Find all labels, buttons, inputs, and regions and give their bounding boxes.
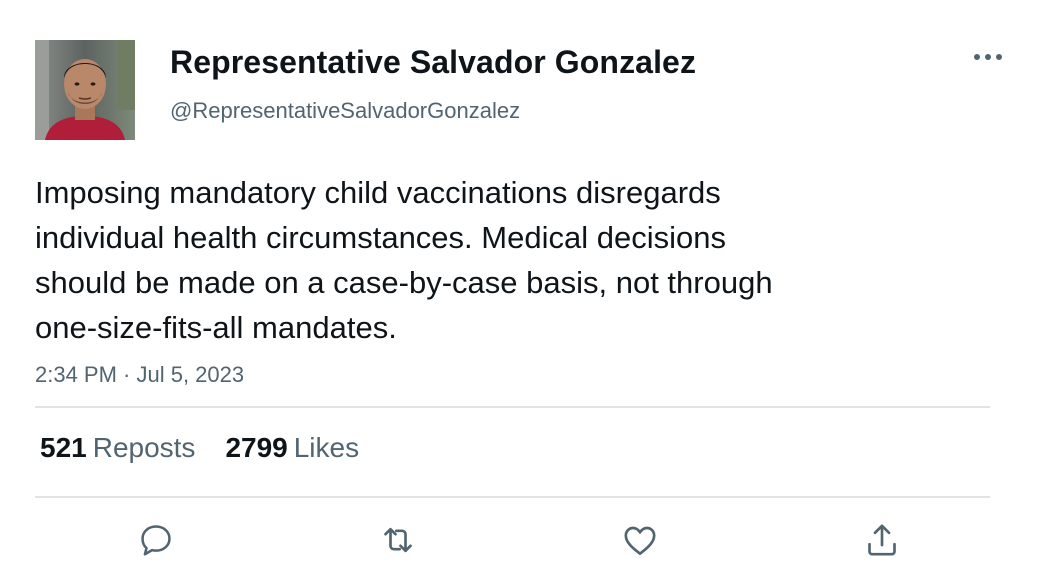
profile-photo-icon xyxy=(35,40,135,140)
reposts-stat[interactable]: 521 Reposts xyxy=(40,432,195,464)
likes-stat[interactable]: 2799 Likes xyxy=(225,432,359,464)
tweet-timestamp[interactable]: 2:34 PM · Jul 5, 2023 xyxy=(35,362,244,388)
more-options-icon xyxy=(974,54,1002,60)
avatar[interactable] xyxy=(35,40,135,140)
retweet-button[interactable] xyxy=(376,518,420,562)
share-icon xyxy=(868,524,896,556)
author-handle[interactable]: @RepresentativeSalvadorGonzalez xyxy=(170,98,520,124)
reply-button[interactable] xyxy=(134,518,178,562)
share-button[interactable] xyxy=(860,518,904,562)
author-display-name[interactable]: Representative Salvador Gonzalez xyxy=(170,44,696,81)
reply-icon xyxy=(141,525,171,556)
retweet-icon xyxy=(384,527,412,553)
tweet-text: Imposing mandatory child vaccinations di… xyxy=(35,175,773,345)
divider xyxy=(35,496,990,498)
reposts-count: 521 xyxy=(40,432,87,463)
like-icon xyxy=(624,526,656,555)
divider xyxy=(35,406,990,408)
likes-label: Likes xyxy=(293,432,360,463)
like-button[interactable] xyxy=(618,518,662,562)
tweet-stats: 521 Reposts 2799 Likes xyxy=(40,432,359,464)
reposts-label: Reposts xyxy=(92,432,196,463)
more-options-button[interactable] xyxy=(968,44,1008,70)
likes-count: 2799 xyxy=(225,432,288,463)
